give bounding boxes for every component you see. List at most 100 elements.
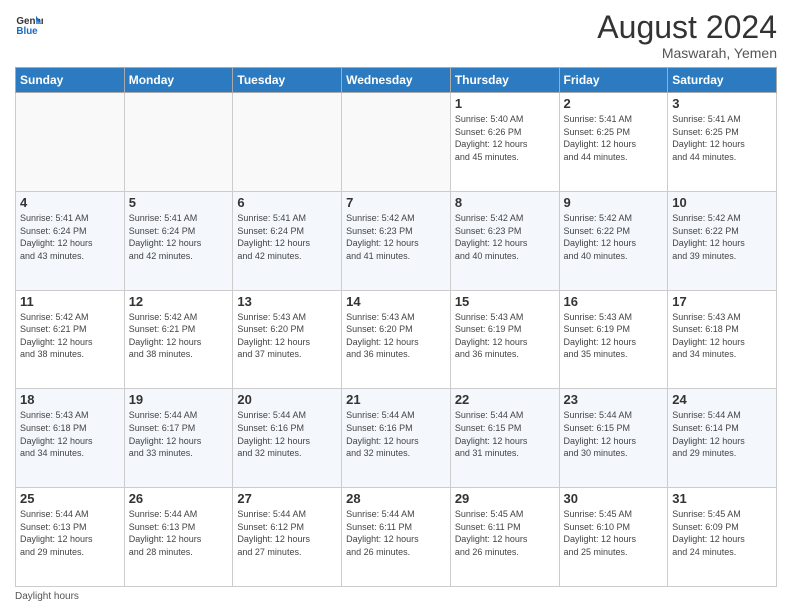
day-info: Sunrise: 5:42 AM Sunset: 6:21 PM Dayligh…	[20, 311, 120, 361]
day-info: Sunrise: 5:42 AM Sunset: 6:23 PM Dayligh…	[346, 212, 446, 262]
day-number: 8	[455, 195, 555, 210]
calendar-cell: 23 Sunrise: 5:44 AM Sunset: 6:15 PM Dayli…	[559, 389, 668, 488]
calendar-cell: 22 Sunrise: 5:44 AM Sunset: 6:15 PM Dayli…	[450, 389, 559, 488]
day-info: Sunrise: 5:44 AM Sunset: 6:14 PM Dayligh…	[672, 409, 772, 459]
calendar-cell: 4Sunrise: 5:41 AM Sunset: 6:24 PM Daylig…	[16, 191, 125, 290]
day-info: Sunrise: 5:44 AM Sunset: 6:13 PM Dayligh…	[20, 508, 120, 558]
day-number: 9	[564, 195, 664, 210]
day-info: Sunrise: 5:44 AM Sunset: 6:13 PM Dayligh…	[129, 508, 229, 558]
calendar-cell: 3 Sunrise: 5:41 AM Sunset: 6:25 PM Daylig…	[668, 93, 777, 192]
calendar-cell: 15Sunrise: 5:43 AM Sunset: 6:19 PM Dayli…	[450, 290, 559, 389]
day-info: Sunrise: 5:42 AM Sunset: 6:22 PM Dayligh…	[564, 212, 664, 262]
day-number: 5	[129, 195, 229, 210]
week-row-1: 1 Sunrise: 5:40 AM Sunset: 6:26 PM Daylig…	[16, 93, 777, 192]
header-tuesday: Tuesday	[233, 68, 342, 93]
day-number: 3	[672, 96, 772, 111]
day-number: 26	[129, 491, 229, 506]
header: General Blue August 2024 Maswarah, Yemen	[15, 10, 777, 61]
day-info: Sunrise: 5:42 AM Sunset: 6:23 PM Dayligh…	[455, 212, 555, 262]
header-thursday: Thursday	[450, 68, 559, 93]
day-number: 1	[455, 96, 555, 111]
day-number: 15	[455, 294, 555, 309]
day-number: 27	[237, 491, 337, 506]
day-number: 30	[564, 491, 664, 506]
day-number: 2	[564, 96, 664, 111]
day-info: Sunrise: 5:43 AM Sunset: 6:18 PM Dayligh…	[672, 311, 772, 361]
logo-icon: General Blue	[15, 10, 43, 38]
day-info: Sunrise: 5:45 AM Sunset: 6:11 PM Dayligh…	[455, 508, 555, 558]
daylight-label: Daylight hours	[15, 591, 79, 602]
calendar-cell: 6 Sunrise: 5:41 AM Sunset: 6:24 PM Daylig…	[233, 191, 342, 290]
day-info: Sunrise: 5:44 AM Sunset: 6:17 PM Dayligh…	[129, 409, 229, 459]
calendar-cell	[16, 93, 125, 192]
day-number: 11	[20, 294, 120, 309]
calendar-cell: 1 Sunrise: 5:40 AM Sunset: 6:26 PM Daylig…	[450, 93, 559, 192]
day-info: Sunrise: 5:44 AM Sunset: 6:11 PM Dayligh…	[346, 508, 446, 558]
header-monday: Monday	[124, 68, 233, 93]
day-info: Sunrise: 5:42 AM Sunset: 6:21 PM Dayligh…	[129, 311, 229, 361]
day-info: Sunrise: 5:43 AM Sunset: 6:20 PM Dayligh…	[237, 311, 337, 361]
day-number: 14	[346, 294, 446, 309]
calendar-cell: 19 Sunrise: 5:44 AM Sunset: 6:17 PM Dayli…	[124, 389, 233, 488]
day-info: Sunrise: 5:42 AM Sunset: 6:22 PM Dayligh…	[672, 212, 772, 262]
calendar-cell: 10 Sunrise: 5:42 AM Sunset: 6:22 PM Dayli…	[668, 191, 777, 290]
day-info: Sunrise: 5:41 AM Sunset: 6:24 PM Dayligh…	[20, 212, 120, 262]
day-number: 21	[346, 392, 446, 407]
day-number: 16	[564, 294, 664, 309]
day-info: Sunrise: 5:44 AM Sunset: 6:15 PM Dayligh…	[455, 409, 555, 459]
day-number: 24	[672, 392, 772, 407]
day-number: 29	[455, 491, 555, 506]
main-title: August 2024	[597, 10, 777, 45]
day-info: Sunrise: 5:43 AM Sunset: 6:19 PM Dayligh…	[564, 311, 664, 361]
day-number: 25	[20, 491, 120, 506]
day-number: 28	[346, 491, 446, 506]
day-info: Sunrise: 5:44 AM Sunset: 6:15 PM Dayligh…	[564, 409, 664, 459]
day-number: 12	[129, 294, 229, 309]
subtitle: Maswarah, Yemen	[597, 45, 777, 61]
day-info: Sunrise: 5:45 AM Sunset: 6:10 PM Dayligh…	[564, 508, 664, 558]
calendar-header-row: SundayMondayTuesdayWednesdayThursdayFrid…	[16, 68, 777, 93]
header-sunday: Sunday	[16, 68, 125, 93]
page: General Blue August 2024 Maswarah, Yemen…	[0, 0, 792, 612]
calendar-cell: 28 Sunrise: 5:44 AM Sunset: 6:11 PM Dayli…	[342, 488, 451, 587]
day-number: 19	[129, 392, 229, 407]
calendar-cell: 26 Sunrise: 5:44 AM Sunset: 6:13 PM Dayli…	[124, 488, 233, 587]
calendar-cell: 18Sunrise: 5:43 AM Sunset: 6:18 PM Dayli…	[16, 389, 125, 488]
calendar-cell: 24 Sunrise: 5:44 AM Sunset: 6:14 PM Dayli…	[668, 389, 777, 488]
day-number: 13	[237, 294, 337, 309]
calendar-cell	[342, 93, 451, 192]
calendar-cell: 12 Sunrise: 5:42 AM Sunset: 6:21 PM Dayli…	[124, 290, 233, 389]
svg-text:Blue: Blue	[16, 26, 38, 37]
calendar-cell: 13 Sunrise: 5:43 AM Sunset: 6:20 PM Dayli…	[233, 290, 342, 389]
calendar-cell: 16 Sunrise: 5:43 AM Sunset: 6:19 PM Dayli…	[559, 290, 668, 389]
calendar-cell: 2 Sunrise: 5:41 AM Sunset: 6:25 PM Daylig…	[559, 93, 668, 192]
day-number: 10	[672, 195, 772, 210]
calendar-cell: 17 Sunrise: 5:43 AM Sunset: 6:18 PM Dayli…	[668, 290, 777, 389]
week-row-5: 25 Sunrise: 5:44 AM Sunset: 6:13 PM Dayli…	[16, 488, 777, 587]
week-row-3: 11 Sunrise: 5:42 AM Sunset: 6:21 PM Dayli…	[16, 290, 777, 389]
calendar-cell: 27Sunrise: 5:44 AM Sunset: 6:12 PM Dayli…	[233, 488, 342, 587]
calendar-cell: 30 Sunrise: 5:45 AM Sunset: 6:10 PM Dayli…	[559, 488, 668, 587]
header-wednesday: Wednesday	[342, 68, 451, 93]
day-number: 17	[672, 294, 772, 309]
logo: General Blue	[15, 10, 43, 38]
day-number: 6	[237, 195, 337, 210]
day-number: 23	[564, 392, 664, 407]
day-info: Sunrise: 5:41 AM Sunset: 6:24 PM Dayligh…	[237, 212, 337, 262]
calendar-cell: 9 Sunrise: 5:42 AM Sunset: 6:22 PM Daylig…	[559, 191, 668, 290]
calendar-cell: 7Sunrise: 5:42 AM Sunset: 6:23 PM Daylig…	[342, 191, 451, 290]
footer: Daylight hours	[15, 591, 777, 602]
calendar-cell	[233, 93, 342, 192]
day-info: Sunrise: 5:41 AM Sunset: 6:24 PM Dayligh…	[129, 212, 229, 262]
day-info: Sunrise: 5:41 AM Sunset: 6:25 PM Dayligh…	[672, 113, 772, 163]
header-friday: Friday	[559, 68, 668, 93]
calendar-cell: 11 Sunrise: 5:42 AM Sunset: 6:21 PM Dayli…	[16, 290, 125, 389]
day-number: 22	[455, 392, 555, 407]
calendar-cell: 29 Sunrise: 5:45 AM Sunset: 6:11 PM Dayli…	[450, 488, 559, 587]
week-row-4: 18Sunrise: 5:43 AM Sunset: 6:18 PM Dayli…	[16, 389, 777, 488]
day-number: 31	[672, 491, 772, 506]
header-saturday: Saturday	[668, 68, 777, 93]
day-info: Sunrise: 5:41 AM Sunset: 6:25 PM Dayligh…	[564, 113, 664, 163]
day-info: Sunrise: 5:40 AM Sunset: 6:26 PM Dayligh…	[455, 113, 555, 163]
day-number: 18	[20, 392, 120, 407]
